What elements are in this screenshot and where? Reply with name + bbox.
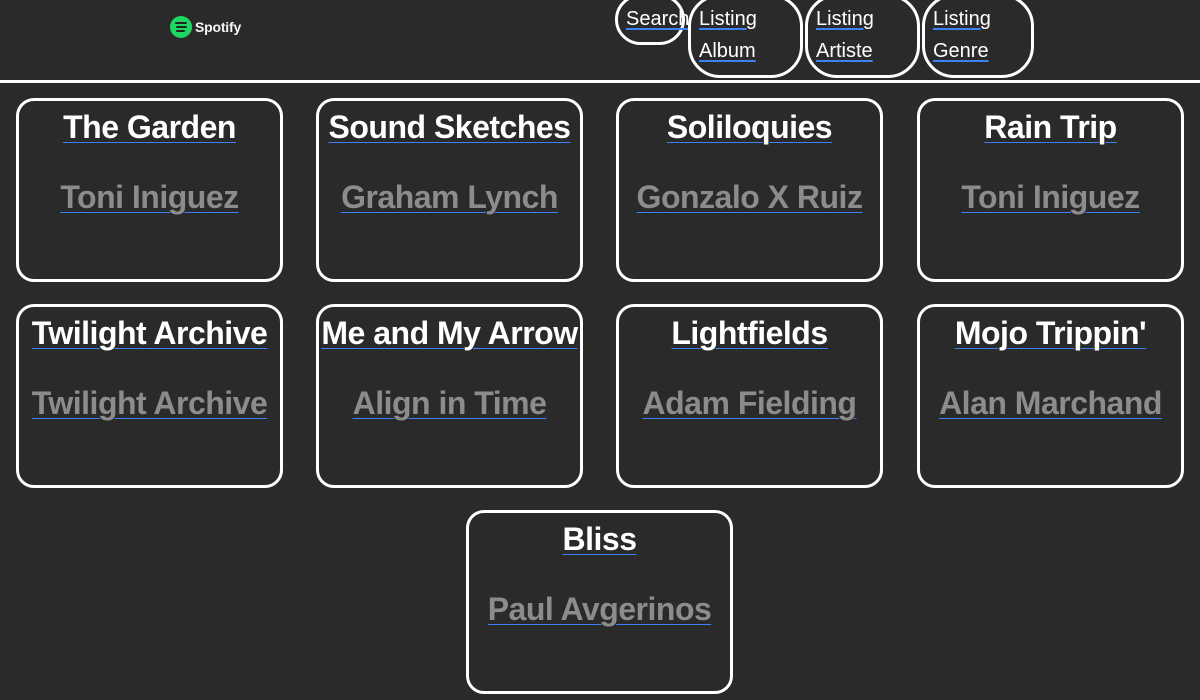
nav-listing-artiste-line2: Artiste [816,40,873,62]
album-title-link[interactable]: Rain Trip [920,109,1181,146]
nav-listing-genre-line1: Listing [933,8,991,30]
logo-text: Spotify [195,19,242,35]
album-title-link[interactable]: Soliloquies [619,109,880,146]
nav-search-label: Search [626,8,690,30]
nav-listing-artiste-line1: Listing [816,8,874,30]
nav-listing-genre-link[interactable]: Listing Genre [922,0,1034,78]
spotify-logo[interactable]: Spotify [170,16,241,38]
album-card[interactable]: Lightfields Adam Fielding [616,304,883,488]
album-artist-link[interactable]: Gonzalo X Ruiz [619,179,880,216]
album-card[interactable]: Soliloquies Gonzalo X Ruiz [616,98,883,282]
album-title-link[interactable]: Me and My Arrow [319,315,580,352]
album-artist-link[interactable]: Align in Time [319,385,580,422]
nav-listing-album-line1: Listing [699,8,757,30]
album-card[interactable]: Bliss Paul Avgerinos [466,510,733,694]
nav-listing-album-link[interactable]: Listing Album [688,0,803,78]
spotify-icon [170,16,192,38]
album-artist-link[interactable]: Toni Iniguez [920,179,1181,216]
album-artist-link[interactable]: Paul Avgerinos [469,591,730,628]
album-artist-link[interactable]: Toni Iniguez [19,179,280,216]
nav-listing-album-line2: Album [699,40,756,62]
album-card[interactable]: Mojo Trippin' Alan Marchand [917,304,1184,488]
album-artist-link[interactable]: Twilight Archive [19,385,280,422]
nav-listing-artiste-link[interactable]: Listing Artiste [805,0,920,78]
album-card[interactable]: Rain Trip Toni Iniguez [917,98,1184,282]
nav-listing-genre-line2: Genre [933,40,989,62]
album-card[interactable]: The Garden Toni Iniguez [16,98,283,282]
album-title-link[interactable]: Twilight Archive [19,315,280,352]
album-card[interactable]: Me and My Arrow Align in Time [316,304,583,488]
top-bar: Spotify Search Listing Album Listing Art… [0,0,1200,80]
album-title-link[interactable]: Sound Sketches [319,109,580,146]
album-title-link[interactable]: Lightfields [619,315,880,352]
nav-search-link[interactable]: Search [615,0,690,45]
album-title-link[interactable]: Mojo Trippin' [920,315,1181,352]
header-divider [0,80,1200,83]
album-title-link[interactable]: Bliss [469,521,730,558]
album-artist-link[interactable]: Alan Marchand [920,385,1181,422]
album-artist-link[interactable]: Graham Lynch [319,179,580,216]
album-title-link[interactable]: The Garden [19,109,280,146]
album-card[interactable]: Twilight Archive Twilight Archive [16,304,283,488]
album-card[interactable]: Sound Sketches Graham Lynch [316,98,583,282]
album-artist-link[interactable]: Adam Fielding [619,385,880,422]
